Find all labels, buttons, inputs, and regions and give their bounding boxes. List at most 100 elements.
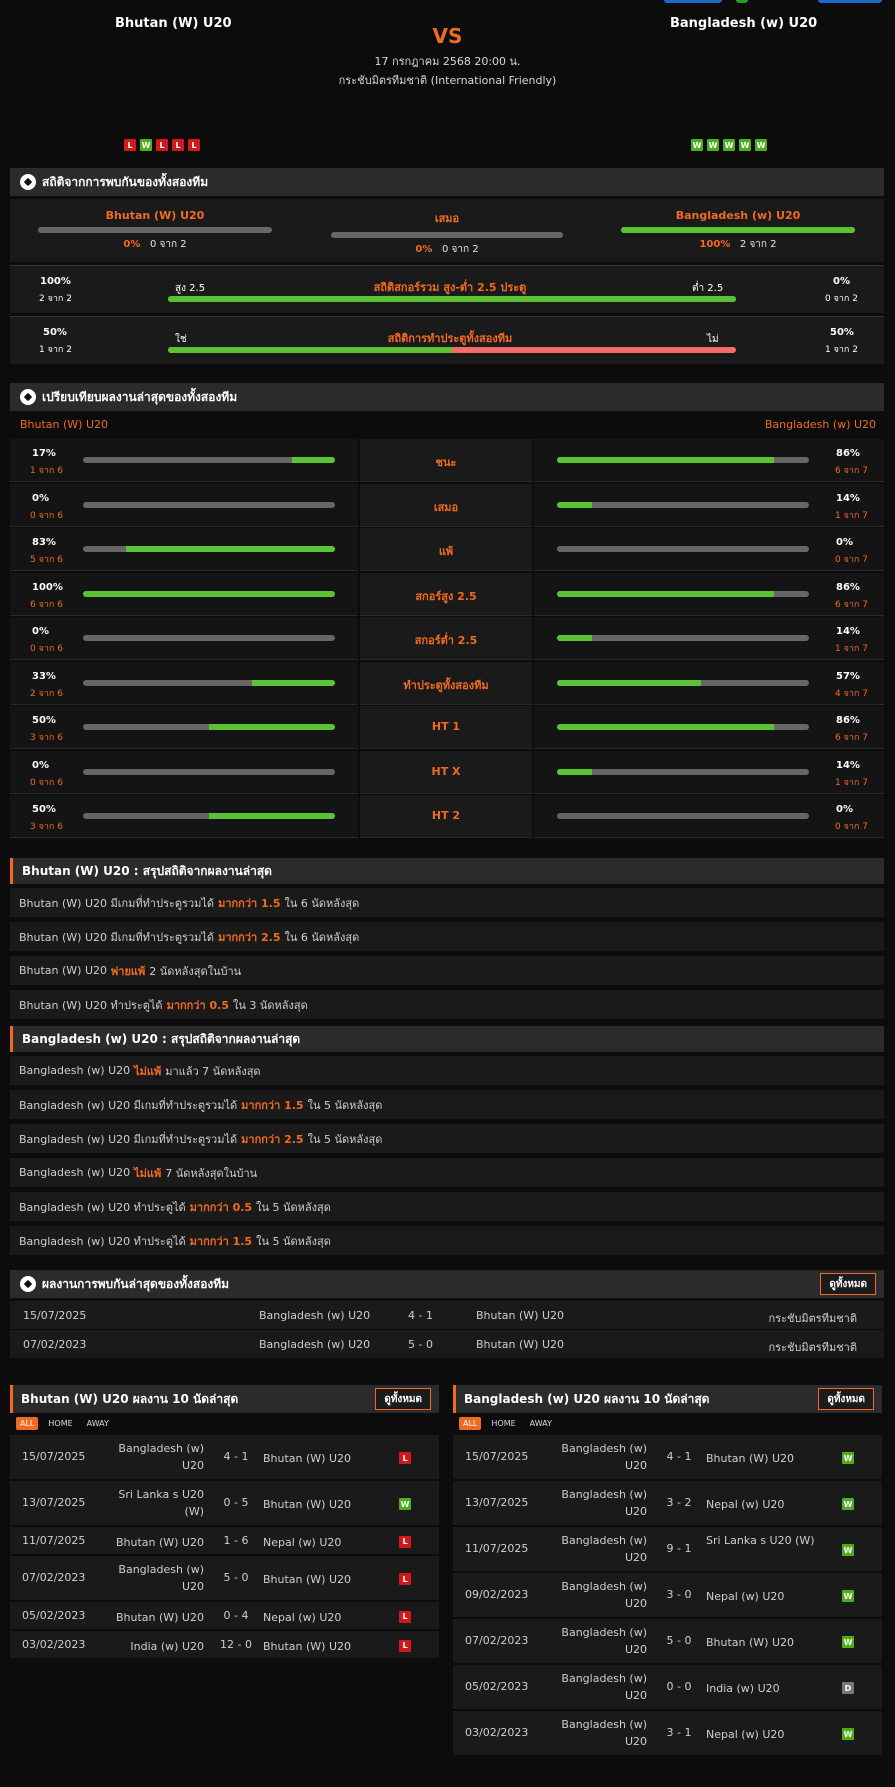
match-away-team[interactable]: India (w) U20	[706, 1680, 816, 1697]
match-row[interactable]: 09/02/2023 Bangladesh (w) U20 3 - 0 Nepal (…	[453, 1571, 882, 1617]
away-count: 1 จาก 7	[835, 510, 868, 521]
match-away-team[interactable]: Bhutan (W) U20	[263, 1571, 373, 1588]
btts-bar-fill	[168, 347, 452, 353]
match-row[interactable]: 13/07/2025 Bangladesh (w) U20 3 - 2 Nepal (…	[453, 1479, 882, 1525]
match-home-team[interactable]: Bangladesh (w) U20	[551, 1578, 647, 1612]
tab-all[interactable]: ALL	[459, 1416, 482, 1430]
match-row[interactable]: 03/02/2023 India (w) U20 12 - 0 Bhutan (W) …	[10, 1629, 439, 1658]
match-away-team[interactable]: Bhutan (W) U20	[706, 1450, 816, 1467]
summary-text: Bangladesh (w) U20 มีเกมที่ทำประตูรวมได้	[19, 1132, 238, 1146]
result-row[interactable]: 15/07/2025 Bangladesh (w) U20 4 - 1 Bhutan …	[10, 1300, 884, 1329]
result-competition: กระชับมิตรทีมชาติ	[768, 1341, 857, 1354]
match-home-team[interactable]: Bangladesh (w) U20	[551, 1716, 647, 1750]
away-pct: 0%	[836, 537, 853, 548]
football-icon	[20, 174, 36, 190]
match-home-team[interactable]: Bangladesh (w) U20	[108, 1440, 204, 1474]
h2h-away-bar	[621, 227, 855, 233]
match-date: 07/02/2023	[465, 1634, 529, 1647]
match-row[interactable]: 05/02/2023 Bhutan (W) U20 0 - 4 Nepal (w) U…	[10, 1600, 439, 1629]
match-home-team[interactable]: Bangladesh (w) U20	[551, 1486, 647, 1520]
btts-left-pct: 50%	[43, 327, 67, 338]
home-last10-section: Bhutan (W) U20 ผลงาน 10 นัดล่าสุด ดูทั้ง…	[10, 1385, 439, 1658]
match-away-team[interactable]: Bhutan (W) U20	[263, 1450, 373, 1467]
home-count: 0 จาก 6	[30, 644, 63, 654]
compare-away-team[interactable]: Bangladesh (w) U20	[765, 418, 876, 431]
result-away[interactable]: Bhutan (W) U20	[476, 1309, 564, 1322]
match-date: 07/02/2023	[22, 1571, 86, 1584]
compare-home-team[interactable]: Bhutan (W) U20	[20, 418, 108, 431]
match-home-team[interactable]: Bhutan (W) U20	[108, 1534, 204, 1551]
tab-all[interactable]: ALL	[16, 1416, 39, 1430]
tab-home[interactable]: HOME	[44, 1417, 76, 1430]
summary-suffix: ใน 6 นัดหลังสุด	[284, 930, 360, 944]
view-all-button[interactable]: ดูทั้งหมด	[375, 1388, 431, 1410]
form-badge: L	[188, 139, 200, 151]
view-all-button[interactable]: ดูทั้งหมด	[820, 1273, 876, 1295]
home-count: 3 จาก 6	[30, 733, 63, 743]
summary-text: Bhutan (W) U20 มีเกมที่ทำประตูรวมได้	[19, 896, 215, 910]
result-date: 07/02/2023	[23, 1338, 87, 1351]
result-row[interactable]: 07/02/2023 Bangladesh (w) U20 5 - 0 Bhutan …	[10, 1329, 884, 1358]
match-row[interactable]: 13/07/2025 Sri Lanka s U20 (W) 0 - 5 Bhutan…	[10, 1479, 439, 1525]
match-score: 5 - 0	[666, 1634, 692, 1647]
home-pct: 0%	[32, 626, 49, 637]
match-datetime: 17 กรกฎาคม 2568 20:00 น.	[374, 55, 521, 68]
match-away-team[interactable]: Nepal (w) U20	[706, 1726, 816, 1743]
match-away-team[interactable]: Bhutan (W) U20	[263, 1638, 373, 1655]
result-home[interactable]: Bangladesh (w) U20	[259, 1338, 370, 1351]
home-pct: 50%	[32, 715, 56, 726]
match-row[interactable]: 11/07/2025 Bangladesh (w) U20 9 - 1 Sri Lan…	[453, 1525, 882, 1571]
match-home-team[interactable]: India (w) U20	[108, 1638, 204, 1655]
home-stat-bar	[83, 501, 335, 508]
ou-left-count: 2 จาก 2	[39, 294, 72, 304]
home-stat-bar	[83, 679, 335, 686]
tab-away[interactable]: AWAY	[526, 1417, 556, 1430]
home-pct: 0%	[32, 492, 49, 504]
home-form-badges: LWLLL	[124, 139, 200, 151]
result-away[interactable]: Bhutan (W) U20	[476, 1338, 564, 1351]
match-home-team[interactable]: Bangladesh (w) U20	[551, 1440, 647, 1474]
match-home-team[interactable]: Bangladesh (w) U20	[551, 1532, 647, 1566]
match-away-team[interactable]: Sri Lanka s U20 (W)	[706, 1532, 816, 1549]
match-score: 3 - 0	[666, 1588, 692, 1601]
h2h-home-label: Bhutan (W) U20	[105, 209, 205, 222]
away-pct: 86%	[836, 581, 860, 593]
summary-text: Bangladesh (w) U20 ทำประตูได้	[19, 1234, 186, 1248]
match-score: 4 - 1	[223, 1450, 249, 1463]
match-home-team[interactable]: Bangladesh (w) U20	[108, 1561, 204, 1595]
match-row[interactable]: 07/02/2023 Bangladesh (w) U20 5 - 0 Bhutan …	[453, 1617, 882, 1663]
away-count: 0 จาก 7	[835, 822, 868, 832]
result-badge: W	[842, 1728, 854, 1740]
tab-away[interactable]: AWAY	[83, 1417, 113, 1430]
match-away-team[interactable]: Nepal (w) U20	[263, 1609, 373, 1626]
result-date: 15/07/2025	[23, 1309, 87, 1322]
match-row[interactable]: 15/07/2025 Bangladesh (w) U20 4 - 1 Bhutan …	[453, 1433, 882, 1479]
summary-suffix: ใน 3 นัดหลังสุด	[232, 998, 308, 1012]
match-away-team[interactable]: Bhutan (W) U20	[706, 1634, 816, 1651]
ou-left-pct: 100%	[40, 276, 71, 287]
match-home-team[interactable]: Bhutan (W) U20	[108, 1609, 204, 1626]
away-count: 0 จาก 7	[835, 555, 868, 565]
match-row[interactable]: 15/07/2025 Bangladesh (w) U20 4 - 1 Bhutan …	[10, 1433, 439, 1479]
result-home[interactable]: Bangladesh (w) U20	[259, 1309, 370, 1322]
match-home-team[interactable]: Bangladesh (w) U20	[551, 1670, 647, 1704]
form-badge: L	[156, 139, 168, 151]
match-row[interactable]: 11/07/2025 Bhutan (W) U20 1 - 6 Nepal (w) U…	[10, 1525, 439, 1554]
match-row[interactable]: 05/02/2023 Bangladesh (w) U20 0 - 0 India (…	[453, 1663, 882, 1709]
view-all-button[interactable]: ดูทั้งหมด	[818, 1388, 874, 1410]
match-home-team[interactable]: Bangladesh (w) U20	[551, 1624, 647, 1658]
match-home-team[interactable]: Sri Lanka s U20 (W)	[108, 1486, 204, 1520]
match-row[interactable]: 07/02/2023 Bangladesh (w) U20 5 - 0 Bhutan …	[10, 1554, 439, 1600]
match-date: 11/07/2025	[22, 1534, 86, 1547]
compare-label: สกอร์สูง 2.5	[415, 589, 477, 603]
match-away-team[interactable]: Nepal (w) U20	[263, 1534, 373, 1551]
match-away-team[interactable]: Nepal (w) U20	[706, 1496, 816, 1513]
match-row[interactable]: 03/02/2023 Bangladesh (w) U20 3 - 1 Nepal (…	[453, 1709, 882, 1755]
match-away-team[interactable]: Nepal (w) U20	[706, 1588, 816, 1605]
summary-text: Bangladesh (w) U20 มีเกมที่ทำประตูรวมได้	[19, 1098, 238, 1112]
match-away-team[interactable]: Bhutan (W) U20	[263, 1496, 373, 1513]
h2h-draw-label: เสมอ	[434, 212, 460, 225]
result-badge: L	[399, 1452, 411, 1464]
tab-home[interactable]: HOME	[487, 1417, 519, 1430]
match-score: 12 - 0	[220, 1638, 252, 1651]
